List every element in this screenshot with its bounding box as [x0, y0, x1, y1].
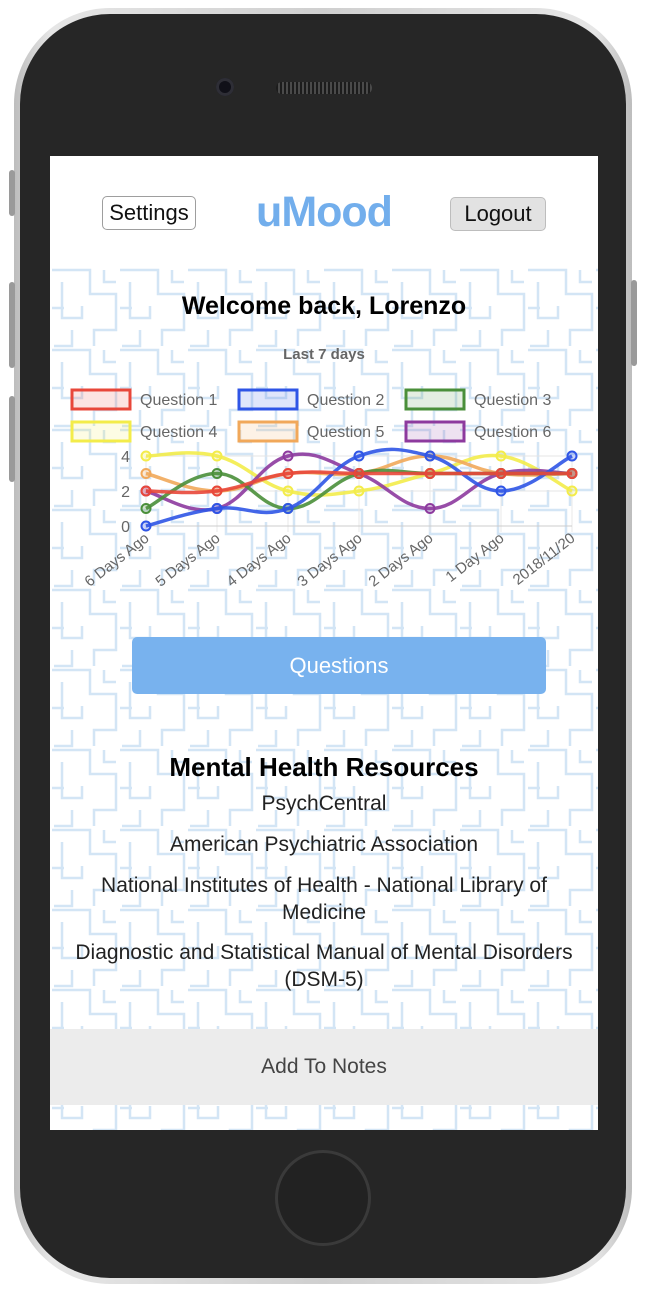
- legend-label: Question 6: [474, 424, 551, 441]
- x-tick-label: 4 Days Ago: [224, 530, 295, 591]
- app-screen: Settings uMood Logout Welcome back, Lore…: [50, 156, 598, 1130]
- chart-title: Last 7 days: [283, 346, 365, 363]
- x-tick-label: 1 Day Ago: [442, 530, 507, 586]
- legend-label: Question 1: [140, 392, 217, 409]
- legend-swatch: [404, 420, 466, 443]
- data-point: [424, 503, 436, 514]
- data-point: [353, 450, 365, 462]
- data-point: [211, 468, 223, 479]
- legend-label: Question 2: [307, 392, 384, 409]
- data-point: [566, 468, 578, 479]
- speaker-grille: [276, 82, 372, 94]
- y-tick-label: 2: [121, 484, 130, 501]
- data-point: [495, 468, 507, 479]
- data-point: [424, 450, 436, 462]
- y-tick-label: 0: [121, 519, 130, 536]
- data-point: [424, 468, 436, 479]
- welcome-heading: Welcome back, Lorenzo: [181, 292, 467, 320]
- data-point: [140, 520, 152, 532]
- mute-switch: [9, 170, 15, 216]
- legend-label: Question 5: [307, 424, 384, 441]
- resource-link-nih-nlm[interactable]: National Institutes of Health - National…: [70, 872, 578, 926]
- x-tick-label: 2018/11/20: [510, 530, 579, 589]
- data-point: [211, 503, 223, 514]
- settings-button[interactable]: Settings: [102, 196, 196, 230]
- y-tick-label: 4: [121, 449, 130, 466]
- mood-line-chart: Last 7 days Question 1 Question 2 Question …: [70, 346, 579, 591]
- legend-swatch: [70, 388, 132, 411]
- legend-swatch: [237, 388, 299, 411]
- data-point: [353, 485, 365, 497]
- umood-logo: uMood: [256, 188, 393, 236]
- data-point: [566, 450, 578, 462]
- data-point: [211, 485, 223, 497]
- resource-link-dsm5[interactable]: Diagnostic and Statistical Manual of Men…: [70, 939, 578, 993]
- resource-link-apa[interactable]: American Psychiatric Association: [70, 831, 578, 858]
- add-to-notes-button[interactable]: Add To Notes: [50, 1029, 598, 1105]
- x-tick-label: 2 Days Ago: [366, 530, 437, 591]
- x-tick-label: 6 Days Ago: [82, 530, 153, 591]
- data-point: [211, 450, 223, 462]
- data-point: [282, 503, 294, 514]
- resources-title: Mental Health Resources: [169, 752, 479, 782]
- legend-swatch: [70, 420, 132, 443]
- data-point: [495, 450, 507, 462]
- legend-swatch: [404, 388, 466, 411]
- data-point: [282, 468, 294, 479]
- legend-swatch: [237, 420, 299, 443]
- top-bar: Settings uMood Logout: [50, 156, 598, 268]
- x-tick-label: 3 Days Ago: [295, 530, 366, 591]
- x-tick-label: 5 Days Ago: [153, 530, 224, 591]
- legend-label: Question 4: [140, 424, 217, 441]
- resource-link-psychcentral[interactable]: PsychCentral: [70, 790, 578, 817]
- camera-icon: [216, 78, 234, 96]
- home-button[interactable]: [275, 1150, 371, 1246]
- logout-button[interactable]: Logout: [450, 197, 546, 231]
- legend-label: Question 3: [474, 392, 551, 409]
- data-point: [140, 468, 152, 479]
- power-button: [631, 280, 637, 366]
- volume-down-button: [9, 396, 15, 482]
- data-point: [495, 485, 507, 497]
- data-point: [140, 450, 152, 462]
- data-point: [353, 468, 365, 479]
- data-point: [282, 485, 294, 497]
- volume-up-button: [9, 282, 15, 368]
- data-point: [566, 485, 578, 497]
- data-point: [140, 503, 152, 514]
- data-point: [140, 485, 152, 497]
- data-point: [282, 450, 294, 462]
- questions-button[interactable]: Questions: [132, 637, 546, 694]
